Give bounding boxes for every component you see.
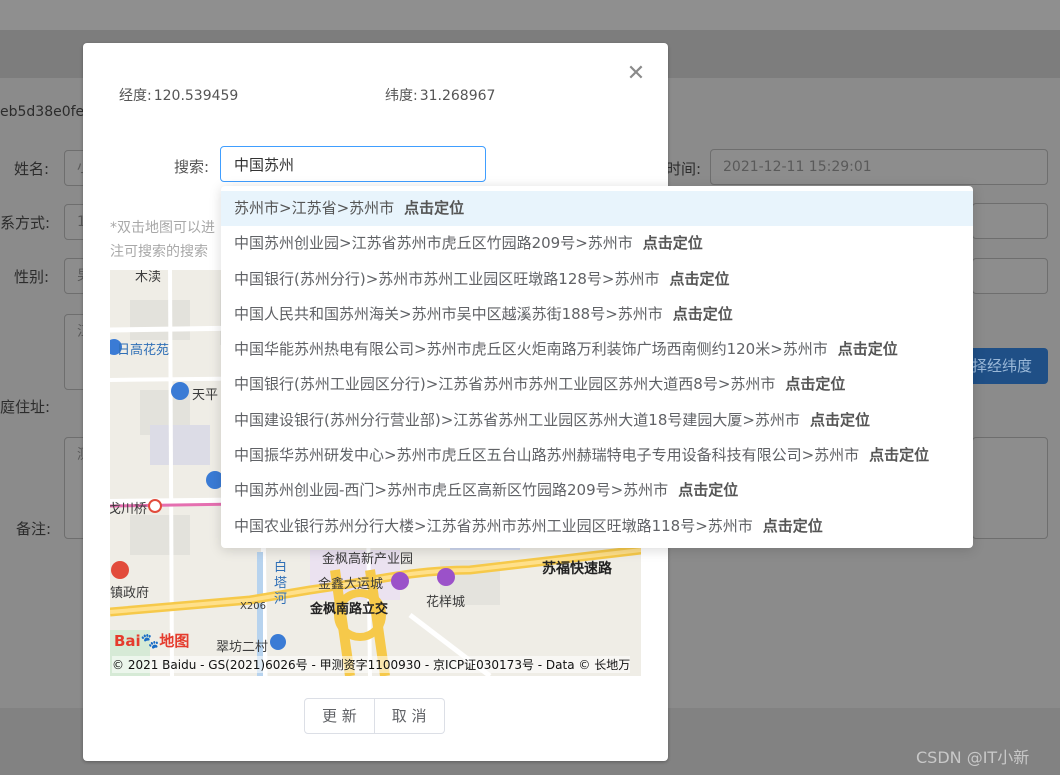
baidu-logo-map: 地图 [159,632,190,650]
gender-label: 性别: [14,268,50,286]
suggestion-text: 中国银行(苏州分行)>苏州市苏州工业园区旺墩路128号>苏州市 [234,269,660,288]
time-field[interactable]: 2021-12-11 15:29:01 [710,149,1048,185]
suggestion-text: 中国苏州创业园-西门>苏州市虎丘区高新区竹园路209号>苏州市 [234,481,669,500]
locate-link[interactable]: 点击定位 [785,375,845,393]
map-label-cuifang: 翠坊二村 [216,640,269,655]
search-label: 搜索: [174,158,210,176]
background-field-right-2[interactable] [972,258,1048,294]
locate-link[interactable]: 点击定位 [643,234,703,252]
suggestion-item[interactable]: 中国农业银行苏州分行大楼>江苏省苏州市苏州工业园区旺墩路118号>苏州市 点击定位 [221,509,973,544]
longitude-label: 经度: [119,88,152,104]
map-label-jinxin: 金鑫大运城 [318,577,384,592]
suggestion-item[interactable]: 中国苏州创业园>江苏省苏州市虎丘区竹园路209号>苏州市 点击定位 [221,226,973,261]
latitude-value: 31.268967 [419,88,496,104]
suggestion-text: 苏州市>江苏省>苏州市 [234,199,395,217]
suggestion-item[interactable]: 中国建设银行(苏州分行营业部)>江苏省苏州工业园区苏州大道18号建园大厦>苏州市… [221,403,973,438]
locate-link[interactable]: 点击定位 [673,305,733,323]
map-label-town-gov: 镇政府 [110,586,150,601]
locate-link[interactable]: 点击定位 [404,199,464,217]
map-label-gechuan-bridge: 戈川桥 [110,502,148,517]
background-field-right-1[interactable] [972,203,1048,239]
locate-link[interactable]: 点击定位 [678,481,738,499]
suggestion-text: 中国农业银行苏州分行大楼>江苏省苏州市苏州工业园区旺墩路118号>苏州市 [234,516,753,535]
cancel-button[interactable]: 取 消 [374,698,445,734]
baidu-paw-icon: 🐾 [140,632,160,650]
locate-link[interactable]: 点击定位 [869,446,929,464]
suggestion-text: 中国建设银行(苏州分行营业部)>江苏省苏州工业园区苏州大道18号建园大厦>苏州市 [234,410,800,429]
suggestion-item[interactable]: 中国华能苏州热电有限公司>苏州市虎丘区火炬南路万利装饰广场西南侧约120米>苏州… [221,332,973,367]
contact-label: 系方式: [0,214,51,232]
hint-text-line1: *双击地图可以进 [110,220,215,236]
suggestion-text: 中国振华苏州研发中心>苏州市虎丘区五台山路苏州赫瑞特电子专用设备科技有限公司>苏… [234,446,860,465]
latitude-label: 纬度: [385,88,418,104]
locate-link[interactable]: 点击定位 [763,517,823,535]
suggestion-text: 中国银行(苏州工业园区分行)>江苏省苏州市苏州工业园区苏州大道西8号>苏州市 [234,375,776,394]
suggestion-item[interactable]: 中国银行(苏州分行)>苏州市苏州工业园区旺墩路128号>苏州市 点击定位 [221,262,973,297]
suggestion-item[interactable]: 中国人民共和国苏州海关>苏州市吴中区越溪苏街188号>苏州市 点击定位 [221,297,973,332]
search-suggestions-dropdown: 苏州市>江苏省>苏州市 点击定位 中国苏州创业园>江苏省苏州市虎丘区竹园路209号… [221,186,973,548]
background-topbar [0,0,1060,30]
map-label-tianping: 天平 [192,388,219,403]
address-label: 庭住址: [0,398,51,416]
suggestion-text: 中国华能苏州热电有限公司>苏州市虎丘区火炬南路万利装饰广场西南侧约120米>苏州… [234,340,828,359]
time-field-value: 2021-12-11 15:29:01 [723,159,872,175]
map-label-mudu: 木渎 [135,270,162,285]
map-label-huayang: 花样城 [426,595,466,610]
time-label: 时间: [666,160,702,178]
map-label-sufu-expressway: 苏福快速路 [542,561,612,577]
map-label-jinfeng-park: 金枫高新产业园 [322,552,414,567]
locate-link[interactable]: 点击定位 [838,340,898,358]
background-remark-right[interactable] [972,437,1048,539]
baidu-logo: Bai🐾地图 [114,630,189,652]
csdn-watermark: CSDN @IT小新 [916,748,1030,767]
remark-label: 备注: [16,520,52,538]
locate-link[interactable]: 点击定位 [669,270,729,288]
record-id-fragment: eb5d38e0fe [0,104,85,120]
baidu-logo-text: Bai [114,632,141,650]
select-coordinates-button[interactable]: 择经纬度 [968,348,1048,384]
longitude-value: 120.539459 [153,88,239,104]
hint-text-line2: 注可搜索的搜索 [110,244,208,260]
map-label-baita-river: 白塔河 [274,560,288,607]
map-copyright: © 2021 Baidu - GS(2021)6026号 - 甲测资字11009… [112,656,631,673]
map-label-rigao: 日高花苑 [117,343,170,358]
suggestion-item[interactable]: 苏州市>江苏省>苏州市 点击定位 [221,191,973,227]
locate-link[interactable]: 点击定位 [810,411,870,429]
search-input[interactable] [220,146,486,182]
suggestion-text: 中国人民共和国苏州海关>苏州市吴中区越溪苏街188号>苏州市 [234,304,663,323]
suggestion-item[interactable]: 中国苏州创业园-西门>苏州市虎丘区高新区竹园路209号>苏州市 点击定位 [221,473,973,508]
name-label: 姓名: [14,160,50,178]
suggestion-item[interactable]: 中国振华苏州研发中心>苏州市虎丘区五台山路苏州赫瑞特电子专用设备科技有限公司>苏… [221,438,973,473]
latitude-display: 纬度: 31.268967 [385,85,495,105]
suggestion-text: 中国苏州创业园>江苏省苏州市虎丘区竹园路209号>苏州市 [234,234,633,253]
map-label-x206: X206 [240,601,266,612]
longitude-display: 经度: 120.539459 [119,85,238,105]
update-button[interactable]: 更 新 [304,698,375,734]
close-icon[interactable]: ✕ [626,63,646,85]
map-label-jinfeng-interchange: 金枫南路立交 [310,602,389,617]
suggestion-item[interactable]: 中国银行(苏州工业园区分行)>江苏省苏州市苏州工业园区苏州大道西8号>苏州市 点击… [221,367,973,402]
dialog-button-group: 更 新 取 消 [304,698,445,734]
